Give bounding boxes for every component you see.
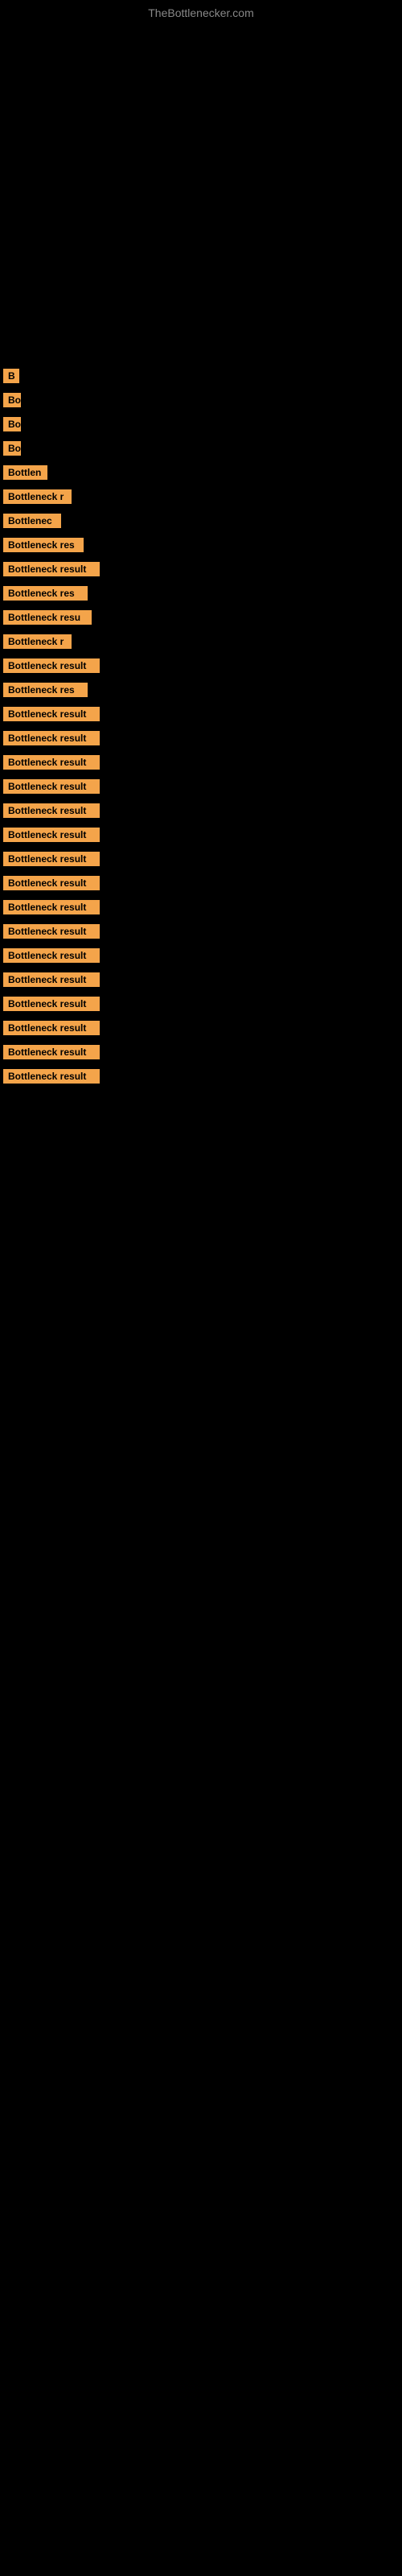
bottleneck-label-14: Bottleneck res [3,683,88,697]
result-row-3: Bo [3,417,402,436]
site-title: TheBottlenecker.com [0,0,402,23]
bottleneck-label-18: Bottleneck result [3,779,100,794]
result-row-27: Bottleneck result [3,997,402,1016]
result-row-8: Bottleneck res [3,538,402,557]
site-title-container: TheBottlenecker.com [0,0,402,23]
result-row-1: B [3,369,402,388]
bottleneck-label-6: Bottleneck r [3,489,72,504]
results-section: B Bo Bo Bo Bottlen Bottleneck r Bottlenec Bottl… [0,361,402,1088]
bottleneck-label-12: Bottleneck r [3,634,72,649]
bottleneck-label-9: Bottleneck result [3,562,100,576]
result-row-28: Bottleneck result [3,1021,402,1040]
result-row-10: Bottleneck res [3,586,402,605]
bottleneck-label-15: Bottleneck result [3,707,100,721]
bottleneck-label-8: Bottleneck res [3,538,84,552]
result-row-30: Bottleneck result [3,1069,402,1088]
result-row-4: Bo [3,441,402,460]
result-row-24: Bottleneck result [3,924,402,943]
bottleneck-label-27: Bottleneck result [3,997,100,1011]
result-row-12: Bottleneck r [3,634,402,654]
bottleneck-label-1: B [3,369,19,383]
chart-area [0,23,402,361]
result-row-19: Bottleneck result [3,803,402,823]
bottleneck-label-5: Bottlen [3,465,47,480]
result-row-17: Bottleneck result [3,755,402,774]
result-row-18: Bottleneck result [3,779,402,799]
result-row-23: Bottleneck result [3,900,402,919]
result-row-25: Bottleneck result [3,948,402,968]
bottleneck-label-23: Bottleneck result [3,900,100,914]
result-row-5: Bottlen [3,465,402,485]
result-row-15: Bottleneck result [3,707,402,726]
bottleneck-label-4: Bo [3,441,21,456]
bottleneck-label-11: Bottleneck resu [3,610,92,625]
bottleneck-label-22: Bottleneck result [3,876,100,890]
result-row-16: Bottleneck result [3,731,402,750]
bottleneck-label-29: Bottleneck result [3,1045,100,1059]
result-row-14: Bottleneck res [3,683,402,702]
bottleneck-label-20: Bottleneck result [3,828,100,842]
bottleneck-label-28: Bottleneck result [3,1021,100,1035]
bottleneck-label-17: Bottleneck result [3,755,100,770]
bottleneck-label-21: Bottleneck result [3,852,100,866]
result-row-7: Bottlenec [3,514,402,533]
result-row-2: Bo [3,393,402,412]
bottleneck-label-10: Bottleneck res [3,586,88,601]
bottleneck-label-24: Bottleneck result [3,924,100,939]
bottleneck-label-19: Bottleneck result [3,803,100,818]
result-row-26: Bottleneck result [3,972,402,992]
bottleneck-label-7: Bottlenec [3,514,61,528]
bottleneck-label-2: Bo [3,393,21,407]
bottleneck-label-3: Bo [3,417,21,431]
result-row-20: Bottleneck result [3,828,402,847]
bottleneck-label-25: Bottleneck result [3,948,100,963]
result-row-11: Bottleneck resu [3,610,402,630]
result-row-29: Bottleneck result [3,1045,402,1064]
result-row-6: Bottleneck r [3,489,402,509]
bottleneck-label-16: Bottleneck result [3,731,100,745]
result-row-9: Bottleneck result [3,562,402,581]
bottleneck-label-30: Bottleneck result [3,1069,100,1084]
bottleneck-label-26: Bottleneck result [3,972,100,987]
result-row-21: Bottleneck result [3,852,402,871]
result-row-22: Bottleneck result [3,876,402,895]
bottleneck-label-13: Bottleneck result [3,658,100,673]
result-row-13: Bottleneck result [3,658,402,678]
